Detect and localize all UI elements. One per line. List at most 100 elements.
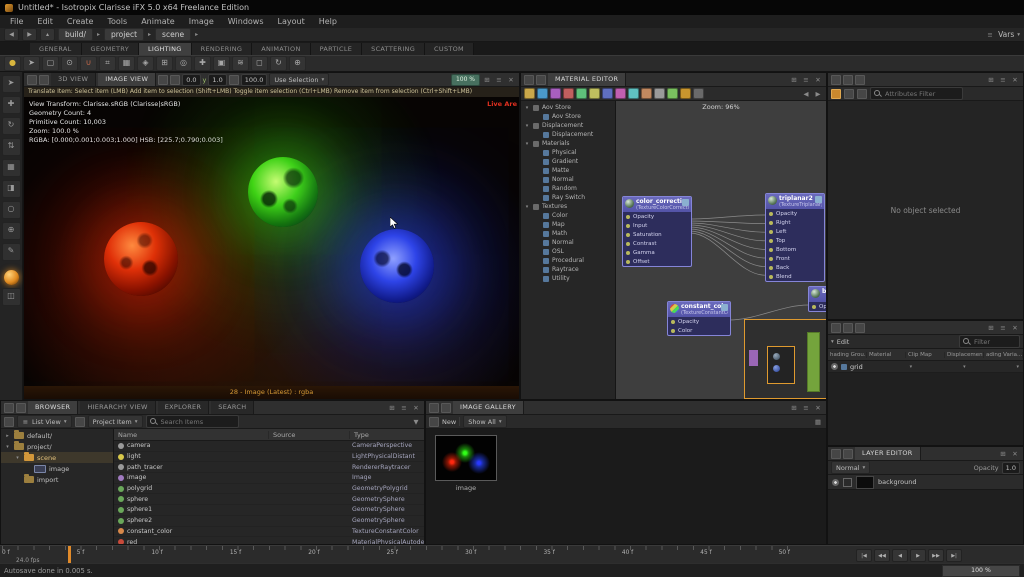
zoom-field[interactable]: 100.0 (241, 74, 268, 86)
visibility-eye-icon[interactable] (832, 479, 839, 486)
panel-menu-icon[interactable]: ≡ (801, 404, 811, 412)
node-triplanar[interactable]: triplanar2 (TextureTriplanar) Opacity Ri… (765, 193, 825, 282)
panel-menu-icon[interactable]: ≡ (998, 324, 1008, 332)
tree-item[interactable]: ▾ scene (1, 452, 113, 463)
filter-icon[interactable]: ▼ (411, 418, 421, 426)
context-tab[interactable]: RENDERING (192, 43, 253, 55)
node-type-icon[interactable] (524, 88, 535, 99)
node-type-icon[interactable] (654, 88, 665, 99)
toolbar-icon[interactable]: ⊞ (156, 56, 173, 71)
node-type-icon[interactable] (537, 88, 548, 99)
menu-item[interactable]: Animate (134, 17, 182, 26)
tree-item[interactable]: ▾ project/ (1, 441, 113, 452)
node-graph-canvas[interactable]: Zoom: 96% (616, 101, 826, 399)
toolbar-icon[interactable]: ◻ (251, 56, 268, 71)
settings-icon[interactable] (857, 89, 867, 99)
expand-arrow-icon[interactable]: ▾ (14, 455, 21, 461)
lock-icon[interactable] (27, 75, 37, 85)
transport-button[interactable]: ▶▶ (928, 549, 944, 562)
gallery-filter-dropdown[interactable]: Show All ▾ (463, 415, 506, 428)
menu-item[interactable]: Layout (271, 17, 312, 26)
lock-icon[interactable] (4, 403, 14, 413)
layout-grid-icon[interactable]: ⊞ (998, 450, 1008, 458)
scroll-right-icon[interactable]: ▶ (813, 90, 823, 98)
lock-icon[interactable] (831, 323, 841, 333)
node-port[interactable]: Saturation (623, 230, 691, 239)
layout-grid-icon[interactable]: ⊞ (986, 324, 996, 332)
render-canvas[interactable]: View Transform: Clarisse.sRGB (Clarisse|… (24, 97, 519, 386)
toolbar-icon[interactable]: ⊙ (61, 56, 78, 71)
column-source[interactable]: Source (269, 431, 350, 439)
table-row[interactable]: sphere GeometrySphere (114, 494, 424, 505)
node-port[interactable]: Right (766, 218, 824, 227)
expand-arrow-icon[interactable]: ▾ (524, 141, 530, 147)
pin-icon[interactable] (843, 75, 853, 85)
table-row[interactable]: sphere1 GeometrySphere (114, 505, 424, 516)
layer-checkbox[interactable] (843, 478, 852, 487)
close-icon[interactable]: ✕ (813, 76, 823, 84)
toolbar-icon[interactable]: ◈ (137, 56, 154, 71)
material-category-item[interactable]: Utility (521, 274, 615, 283)
axis-value-field[interactable]: 1.0 (208, 74, 226, 86)
column-header[interactable]: Material (867, 352, 906, 358)
column-header[interactable]: Clip Map (906, 352, 945, 358)
edit-button[interactable]: Edit (837, 338, 850, 346)
tool-icon[interactable]: ⇅ (2, 138, 21, 156)
browser-search-input[interactable] (159, 417, 235, 427)
node-port[interactable]: Gamma (623, 248, 691, 257)
node-type-icon[interactable] (576, 88, 587, 99)
view-mode-dropdown[interactable]: ≣ List View ▾ (17, 415, 72, 428)
up-button[interactable]: ▴ (40, 28, 55, 41)
browser-tab[interactable]: BROWSER (28, 401, 78, 414)
panel-menu-icon[interactable]: ≡ (399, 404, 409, 412)
new-button[interactable]: New (442, 418, 456, 426)
clipmap-cell-dropdown[interactable]: ▾ (919, 364, 969, 370)
column-header[interactable]: hading Grou... (828, 352, 867, 358)
node-constant-color[interactable]: constant_color (TextureConstantColor) Op… (667, 301, 731, 336)
node-port[interactable]: Front (766, 254, 824, 263)
pin-icon[interactable] (39, 75, 49, 85)
breadcrumb-item[interactable]: project (104, 28, 144, 41)
new-image-icon[interactable] (429, 417, 439, 427)
material-category-item[interactable]: Aov Store (521, 112, 615, 121)
node-header[interactable]: color_correction1 (TextureColorCorrectio… (623, 197, 691, 212)
pause-icon[interactable] (855, 323, 865, 333)
table-row[interactable]: sphere2 GeometrySphere (114, 516, 424, 527)
tool-icon[interactable]: ◨ (2, 180, 21, 198)
material-category-item[interactable]: OSL (521, 247, 615, 256)
green-node-block[interactable] (807, 332, 820, 392)
context-tab[interactable]: PARTICLE (311, 43, 363, 55)
opacity-field[interactable]: 1.0 (1002, 462, 1020, 474)
expand-arrow-icon[interactable]: ▾ (524, 105, 530, 111)
context-tab[interactable]: CUSTOM (425, 43, 474, 55)
visibility-eye-icon[interactable] (831, 363, 838, 370)
column-type[interactable]: Type (350, 431, 424, 439)
material-category-item[interactable]: Map (521, 220, 615, 229)
toolbar-icon[interactable]: ▣ (213, 56, 230, 71)
close-icon[interactable]: ✕ (506, 76, 516, 84)
browser-tab[interactable]: EXPLORER (158, 401, 210, 414)
material-category-item[interactable]: ▾ Displacement (521, 121, 615, 130)
displacement-cell-dropdown[interactable]: ▾ (973, 364, 1023, 370)
vars-icon[interactable]: ≡ (985, 31, 995, 39)
material-category-item[interactable]: Normal (521, 175, 615, 184)
node-port[interactable]: Color (668, 326, 730, 335)
layout-grid-icon[interactable]: ⊞ (789, 76, 799, 84)
lock-icon[interactable] (831, 75, 841, 85)
node-type-icon[interactable] (589, 88, 600, 99)
close-icon[interactable]: ✕ (411, 404, 421, 412)
scroll-left-icon[interactable]: ◀ (801, 90, 811, 98)
menu-item[interactable]: Image (182, 17, 221, 26)
fit-icon[interactable] (229, 75, 239, 85)
material-category-item[interactable]: Gradient (521, 157, 615, 166)
menu-item[interactable]: File (3, 17, 30, 26)
tree-item[interactable]: ▸ default/ (1, 430, 113, 441)
panel-menu-icon[interactable]: ≡ (494, 76, 504, 84)
node-type-icon[interactable] (628, 88, 639, 99)
toolbar-icon[interactable]: ▢ (42, 56, 59, 71)
tool-icon[interactable]: ○ (2, 201, 21, 219)
material-category-item[interactable]: Random (521, 184, 615, 193)
expand-arrow-icon[interactable]: ▾ (524, 123, 530, 129)
layout-grid-icon[interactable]: ⊞ (387, 404, 397, 412)
node-type-icon[interactable] (680, 88, 691, 99)
